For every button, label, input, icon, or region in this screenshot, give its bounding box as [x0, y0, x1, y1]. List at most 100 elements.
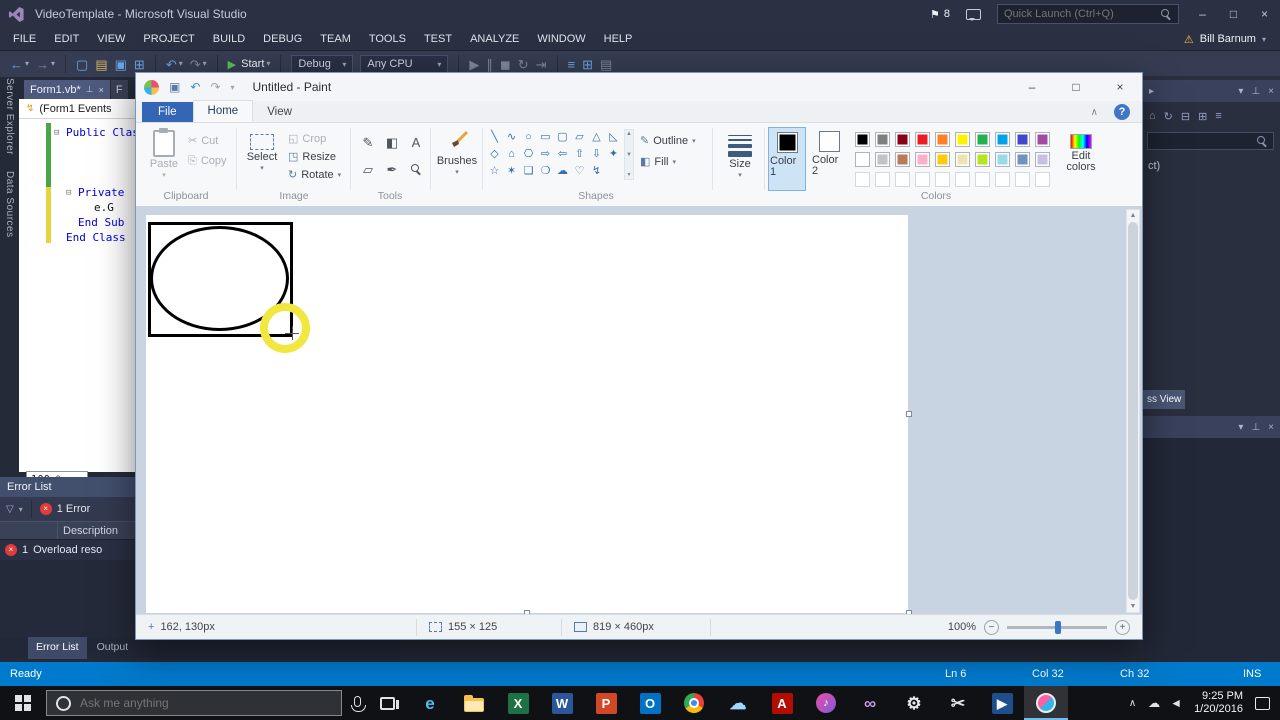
edit-colors-button[interactable]: Edit colors	[1058, 127, 1104, 173]
paint-maximize-button[interactable]: □	[1054, 73, 1098, 101]
new-file-icon[interactable]: ▢	[76, 58, 88, 71]
filter-icon[interactable]: ▽	[6, 504, 14, 515]
save-all-icon[interactable]: ⊞	[134, 58, 145, 71]
shape-down-arrow[interactable]: ⇩	[592, 149, 601, 160]
zoom-in-button[interactable]: +	[1115, 619, 1130, 635]
menu-item-build[interactable]: BUILD	[204, 29, 254, 49]
pin-icon[interactable]: ⊥	[1251, 422, 1260, 433]
palette-color-swatch[interactable]	[974, 131, 990, 147]
palette-color-swatch[interactable]	[954, 131, 970, 147]
show-all-files-icon[interactable]: ⊞	[1198, 110, 1207, 123]
select-button[interactable]: Select ▾	[240, 127, 284, 172]
redo-icon[interactable]: ↷	[210, 81, 220, 93]
scroll-down-icon[interactable]: ▼	[626, 151, 632, 159]
paint-canvas[interactable]	[146, 215, 908, 613]
document-tab-form1[interactable]: Form1.vb* ⊥ ×	[24, 80, 110, 99]
chevron-down-icon[interactable]: ▾	[19, 505, 23, 514]
taskbar-app-excel[interactable]: X	[496, 686, 540, 720]
shape-four-point-star[interactable]: ✦	[609, 149, 618, 160]
menu-item-project[interactable]: PROJECT	[134, 29, 203, 49]
quick-access-dropdown-icon[interactable]: ▾	[230, 83, 234, 92]
solution-configuration-select[interactable]: Debug ▾	[291, 54, 354, 74]
shape-five-point-star[interactable]: ☆	[490, 166, 500, 177]
taskbar-app-movies-tv[interactable]: ▶	[980, 686, 1024, 720]
sidebar-tab-server-explorer[interactable]: Server Explorer	[4, 78, 15, 155]
caret-right-icon[interactable]: ▸	[1149, 86, 1154, 97]
help-icon[interactable]: ?	[1114, 104, 1130, 120]
taskbar-app-file-explorer[interactable]	[452, 686, 496, 720]
palette-color-swatch[interactable]	[1014, 131, 1030, 147]
color1-button[interactable]: Color 1	[768, 127, 806, 191]
solution-explorer-search[interactable]	[1147, 132, 1274, 150]
shape-cloud-callout[interactable]: ☁	[557, 166, 568, 177]
shape-oval-callout[interactable]: ❍	[541, 166, 551, 177]
chevron-down-icon[interactable]: ▾	[51, 60, 55, 68]
taskbar-clock[interactable]: 9:25 PM 1/20/2016	[1194, 690, 1243, 716]
palette-color-swatch[interactable]	[1014, 151, 1030, 167]
palette-empty-slot[interactable]	[974, 171, 990, 187]
zoom-slider[interactable]	[1007, 620, 1107, 634]
collapse-all-icon[interactable]: ⊟	[1181, 110, 1190, 123]
properties-list-icon[interactable]: ≡	[1215, 110, 1221, 122]
resize-button[interactable]: ◳ Resize	[288, 151, 336, 163]
shape-triangle[interactable]: △	[592, 132, 600, 143]
palette-empty-slot[interactable]	[954, 171, 970, 187]
cut-button[interactable]: ✂ Cut	[188, 135, 218, 147]
error-list-row[interactable]: × 1 Overload reso	[0, 540, 135, 560]
start-debug-button[interactable]: Start	[241, 58, 264, 70]
vs-minimize-button[interactable]: –	[1187, 0, 1218, 28]
error-list-header[interactable]: Error List	[0, 477, 135, 497]
scroll-down-icon[interactable]: ▼	[1130, 603, 1137, 610]
refresh-icon[interactable]: ↻	[1164, 110, 1173, 123]
palette-color-swatch[interactable]	[874, 131, 890, 147]
pin-icon[interactable]: ⊥	[86, 84, 94, 95]
taskbar-app-outlook[interactable]: O	[628, 686, 672, 720]
ribbon-collapse-icon[interactable]: ∧	[1091, 107, 1098, 118]
navigate-forward-icon[interactable]: →	[36, 58, 49, 71]
onedrive-tray-icon[interactable]: ☁	[1148, 697, 1160, 709]
shape-pentagon[interactable]: ⌂	[508, 149, 515, 160]
taskbar-app-paint[interactable]	[1024, 686, 1068, 720]
microphone-button[interactable]	[342, 686, 372, 720]
palette-color-swatch[interactable]	[854, 151, 870, 167]
chevron-down-icon[interactable]: ▾	[1238, 422, 1243, 433]
tab-file[interactable]: File	[142, 102, 193, 122]
taskbar-app-settings[interactable]: ⚙	[892, 686, 936, 720]
tab-output[interactable]: Output	[89, 637, 137, 659]
palette-color-swatch[interactable]	[954, 151, 970, 167]
menu-item-tools[interactable]: TOOLS	[360, 29, 415, 49]
palette-color-swatch[interactable]	[1034, 151, 1050, 167]
zoom-out-button[interactable]: −	[984, 619, 999, 635]
palette-color-swatch[interactable]	[994, 151, 1010, 167]
scroll-up-icon[interactable]: ▲	[1130, 212, 1137, 219]
palette-color-swatch[interactable]	[894, 131, 910, 147]
zoom-slider-thumb[interactable]	[1055, 620, 1061, 634]
close-icon[interactable]: ×	[1268, 422, 1274, 433]
scrollbar-thumb[interactable]	[1128, 222, 1138, 600]
paint-minimize-button[interactable]: –	[1010, 73, 1054, 101]
navigate-back-icon[interactable]: ←	[10, 58, 23, 71]
palette-empty-slot[interactable]	[994, 171, 1010, 187]
crop-button[interactable]: ◱ Crop	[288, 133, 326, 145]
canvas-resize-handle-right[interactable]	[906, 411, 912, 417]
save-icon[interactable]: ▣	[115, 58, 127, 71]
size-button[interactable]: Size ▾	[718, 127, 762, 179]
stop-icon[interactable]: ◼	[500, 58, 511, 71]
fold-collapse-icon[interactable]: ⊟	[54, 128, 59, 138]
chevron-down-icon[interactable]: ▾	[179, 60, 183, 68]
palette-color-swatch[interactable]	[934, 131, 950, 147]
palette-empty-slot[interactable]	[934, 171, 950, 187]
sidebar-tab-data-sources[interactable]: Data Sources	[4, 171, 15, 238]
home-icon[interactable]: ⌂	[1149, 110, 1156, 122]
shape-left-arrow[interactable]: ⇦	[558, 149, 567, 160]
canvas-vertical-scrollbar[interactable]: ▲ ▼	[1126, 209, 1140, 613]
shape-line[interactable]: ╲	[491, 132, 498, 143]
properties-panel-header[interactable]: ▾ ⊥ ×	[1143, 416, 1280, 438]
taskbar-app-chrome[interactable]	[672, 686, 716, 720]
solution-tree-item-fragment[interactable]: ct)	[1148, 160, 1160, 172]
taskbar-app-onedrive[interactable]: ☁	[716, 686, 760, 720]
shapes-scrollbar[interactable]: ▲ ▼ ▾	[624, 129, 634, 180]
open-file-icon[interactable]: ▤	[95, 58, 107, 71]
outline-button[interactable]: ✎ Outline ▾	[640, 135, 696, 147]
palette-empty-slot[interactable]	[1034, 171, 1050, 187]
